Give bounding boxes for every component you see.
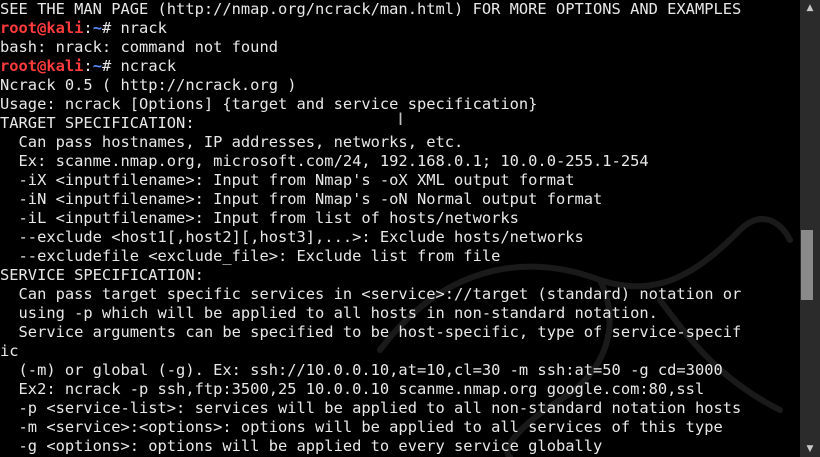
output-line: ic — [0, 342, 19, 360]
terminal-window[interactable]: SEE THE MAN PAGE (http://nmap.org/ncrack… — [0, 0, 800, 457]
output-line: -iX <inputfilename>: Input from Nmap's -… — [0, 171, 575, 189]
output-line: -p <service-list>: services will be appl… — [0, 399, 742, 417]
output-line: Ex: scanme.nmap.org, microsoft.com/24, 1… — [0, 152, 649, 170]
output-line: -iN <inputfilename>: Input from Nmap's -… — [0, 190, 603, 208]
command-text: ncrack — [120, 57, 177, 75]
prompt-path: ~ — [92, 57, 102, 75]
prompt-symbol: # — [101, 57, 121, 75]
output-line: -g <options>: options will be applied to… — [0, 437, 603, 455]
i-beam-cursor-icon: I — [398, 110, 404, 130]
prompt-user: root@kali — [0, 19, 84, 37]
vertical-scrollbar[interactable]: ▲ ▼ — [800, 0, 820, 457]
output-line: --exclude <host1[,host2][,host3],...>: E… — [0, 228, 584, 246]
prompt-line: root@kali:~# nrack — [0, 19, 800, 38]
prompt-colon: : — [83, 19, 93, 37]
output-line: Can pass target specific services in <se… — [0, 285, 742, 303]
output-line: Ex2: ncrack -p ssh,ftp:3500,25 10.0.0.10… — [0, 380, 705, 398]
prompt-user: root@kali — [0, 57, 84, 75]
output-line: using -p which will be applied to all ho… — [0, 304, 658, 322]
prompt-line: root@kali:~# ncrack — [0, 57, 800, 76]
section-heading: SERVICE SPECIFICATION: — [0, 266, 204, 284]
prompt-colon: : — [83, 57, 93, 75]
scrollbar-thumb[interactable] — [801, 230, 813, 300]
scroll-down-arrow-icon[interactable]: ▼ — [800, 441, 820, 457]
output-line: -iL <inputfilename>: Input from list of … — [0, 209, 519, 227]
output-line: --excludefile <exclude_file>: Exclude li… — [0, 247, 501, 265]
output-line: (-m) or global (-g). Ex: ssh://10.0.0.10… — [0, 361, 723, 379]
command-text: nrack — [120, 19, 167, 37]
output-line: Ncrack 0.5 ( http://ncrack.org ) — [0, 76, 297, 94]
output-line: SEE THE MAN PAGE (http://nmap.org/ncrack… — [0, 0, 742, 18]
prompt-symbol: # — [101, 19, 121, 37]
prompt-path: ~ — [92, 19, 102, 37]
error-line: bash: nrack: command not found — [0, 38, 278, 56]
scroll-up-arrow-icon[interactable]: ▲ — [800, 0, 820, 16]
output-line: Can pass hostnames, IP addresses, networ… — [0, 133, 464, 151]
output-line: -m <service>:<options>: options will be … — [0, 418, 723, 436]
output-line: Service arguments can be specified to be… — [0, 323, 742, 341]
